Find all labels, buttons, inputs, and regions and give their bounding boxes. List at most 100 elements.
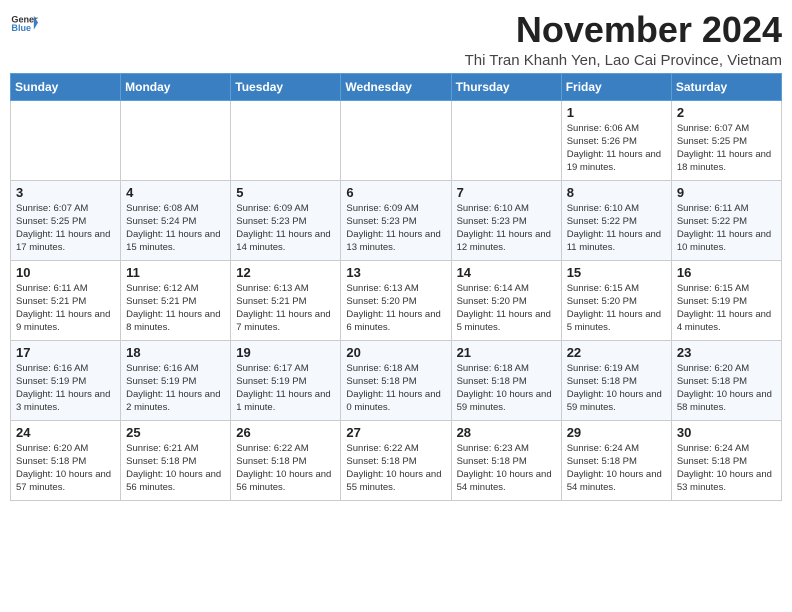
calendar-day-cell: 20 Sunrise: 6:18 AMSunset: 5:18 PMDayligh… (341, 340, 451, 420)
day-number: 30 (677, 425, 776, 440)
calendar-day-cell: 4 Sunrise: 6:08 AMSunset: 5:24 PMDaylight… (121, 180, 231, 260)
day-info: Sunrise: 6:08 AMSunset: 5:24 PMDaylight:… (126, 202, 225, 255)
weekday-header-cell: Saturday (671, 73, 781, 100)
calendar-day-cell: 19 Sunrise: 6:17 AMSunset: 5:19 PMDayligh… (231, 340, 341, 420)
day-info: Sunrise: 6:07 AMSunset: 5:25 PMDaylight:… (16, 202, 115, 255)
logo-icon: General Blue (10, 10, 38, 38)
calendar-day-cell: 28Sunrise: 6:23 AMSunset: 5:18 PMDayligh… (451, 420, 561, 500)
calendar-day-cell: 18Sunrise: 6:16 AMSunset: 5:19 PMDayligh… (121, 340, 231, 420)
day-number: 19 (236, 345, 335, 360)
weekday-header-cell: Thursday (451, 73, 561, 100)
day-info: Sunrise: 6:18 AMSunset: 5:18 PMDaylight:… (346, 362, 445, 415)
calendar-week-row: 3 Sunrise: 6:07 AMSunset: 5:25 PMDaylight… (11, 180, 782, 260)
day-number: 24 (16, 425, 115, 440)
calendar-day-cell: 8 Sunrise: 6:10 AMSunset: 5:22 PMDaylight… (561, 180, 671, 260)
day-number: 8 (567, 185, 666, 200)
day-number: 14 (457, 265, 556, 280)
day-number: 17 (16, 345, 115, 360)
day-info: Sunrise: 6:15 AMSunset: 5:20 PMDaylight:… (567, 282, 666, 335)
day-number: 10 (16, 265, 115, 280)
day-number: 3 (16, 185, 115, 200)
calendar-day-cell (451, 100, 561, 180)
day-number: 9 (677, 185, 776, 200)
day-number: 6 (346, 185, 445, 200)
day-number: 27 (346, 425, 445, 440)
day-info: Sunrise: 6:22 AMSunset: 5:18 PMDaylight:… (346, 442, 445, 495)
calendar-day-cell: 7 Sunrise: 6:10 AMSunset: 5:23 PMDaylight… (451, 180, 561, 260)
day-info: Sunrise: 6:22 AMSunset: 5:18 PMDaylight:… (236, 442, 335, 495)
weekday-header-cell: Wednesday (341, 73, 451, 100)
calendar-day-cell: 13Sunrise: 6:13 AMSunset: 5:20 PMDayligh… (341, 260, 451, 340)
day-number: 20 (346, 345, 445, 360)
day-info: Sunrise: 6:20 AMSunset: 5:18 PMDaylight:… (677, 362, 776, 415)
logo: General Blue (10, 10, 38, 38)
day-info: Sunrise: 6:24 AMSunset: 5:18 PMDaylight:… (677, 442, 776, 495)
page-header: General Blue November 2024 Thi Tran Khan… (10, 10, 782, 69)
day-number: 7 (457, 185, 556, 200)
day-number: 4 (126, 185, 225, 200)
calendar-day-cell: 1 Sunrise: 6:06 AMSunset: 5:26 PMDaylight… (561, 100, 671, 180)
day-number: 25 (126, 425, 225, 440)
day-info: Sunrise: 6:10 AMSunset: 5:23 PMDaylight:… (457, 202, 556, 255)
day-number: 16 (677, 265, 776, 280)
calendar-day-cell (121, 100, 231, 180)
day-info: Sunrise: 6:15 AMSunset: 5:19 PMDaylight:… (677, 282, 776, 335)
day-info: Sunrise: 6:17 AMSunset: 5:19 PMDaylight:… (236, 362, 335, 415)
day-info: Sunrise: 6:16 AMSunset: 5:19 PMDaylight:… (126, 362, 225, 415)
day-info: Sunrise: 6:18 AMSunset: 5:18 PMDaylight:… (457, 362, 556, 415)
calendar-day-cell: 2Sunrise: 6:07 AMSunset: 5:25 PMDaylight… (671, 100, 781, 180)
calendar-week-row: 24 Sunrise: 6:20 AMSunset: 5:18 PMDayligh… (11, 420, 782, 500)
day-number: 13 (346, 265, 445, 280)
calendar-day-cell: 5 Sunrise: 6:09 AMSunset: 5:23 PMDaylight… (231, 180, 341, 260)
calendar-day-cell (231, 100, 341, 180)
calendar-day-cell: 29Sunrise: 6:24 AMSunset: 5:18 PMDayligh… (561, 420, 671, 500)
calendar-day-cell: 21 Sunrise: 6:18 AMSunset: 5:18 PMDayligh… (451, 340, 561, 420)
weekday-header-cell: Monday (121, 73, 231, 100)
day-info: Sunrise: 6:13 AMSunset: 5:21 PMDaylight:… (236, 282, 335, 335)
day-info: Sunrise: 6:20 AMSunset: 5:18 PMDaylight:… (16, 442, 115, 495)
day-number: 26 (236, 425, 335, 440)
calendar-day-cell: 12 Sunrise: 6:13 AMSunset: 5:21 PMDayligh… (231, 260, 341, 340)
calendar-day-cell: 10 Sunrise: 6:11 AMSunset: 5:21 PMDayligh… (11, 260, 121, 340)
day-number: 15 (567, 265, 666, 280)
calendar-day-cell: 11Sunrise: 6:12 AMSunset: 5:21 PMDayligh… (121, 260, 231, 340)
day-info: Sunrise: 6:11 AMSunset: 5:21 PMDaylight:… (16, 282, 115, 335)
day-info: Sunrise: 6:14 AMSunset: 5:20 PMDaylight:… (457, 282, 556, 335)
calendar-day-cell: 23 Sunrise: 6:20 AMSunset: 5:18 PMDayligh… (671, 340, 781, 420)
location-subtitle: Thi Tran Khanh Yen, Lao Cai Province, Vi… (465, 52, 782, 69)
weekday-header-cell: Tuesday (231, 73, 341, 100)
weekday-header-cell: Sunday (11, 73, 121, 100)
day-number: 12 (236, 265, 335, 280)
day-number: 1 (567, 105, 666, 120)
day-number: 22 (567, 345, 666, 360)
day-info: Sunrise: 6:10 AMSunset: 5:22 PMDaylight:… (567, 202, 666, 255)
day-info: Sunrise: 6:21 AMSunset: 5:18 PMDaylight:… (126, 442, 225, 495)
day-info: Sunrise: 6:19 AMSunset: 5:18 PMDaylight:… (567, 362, 666, 415)
calendar-day-cell (341, 100, 451, 180)
day-number: 21 (457, 345, 556, 360)
day-info: Sunrise: 6:11 AMSunset: 5:22 PMDaylight:… (677, 202, 776, 255)
day-number: 23 (677, 345, 776, 360)
calendar-week-row: 10 Sunrise: 6:11 AMSunset: 5:21 PMDayligh… (11, 260, 782, 340)
day-number: 5 (236, 185, 335, 200)
calendar-day-cell (11, 100, 121, 180)
day-info: Sunrise: 6:09 AMSunset: 5:23 PMDaylight:… (346, 202, 445, 255)
day-info: Sunrise: 6:09 AMSunset: 5:23 PMDaylight:… (236, 202, 335, 255)
day-number: 11 (126, 265, 225, 280)
calendar-day-cell: 17Sunrise: 6:16 AMSunset: 5:19 PMDayligh… (11, 340, 121, 420)
calendar-table: SundayMondayTuesdayWednesdayThursdayFrid… (10, 73, 782, 501)
calendar-day-cell: 26 Sunrise: 6:22 AMSunset: 5:18 PMDayligh… (231, 420, 341, 500)
calendar-day-cell: 15 Sunrise: 6:15 AMSunset: 5:20 PMDayligh… (561, 260, 671, 340)
day-info: Sunrise: 6:07 AMSunset: 5:25 PMDaylight:… (677, 122, 776, 175)
svg-text:Blue: Blue (11, 23, 31, 33)
calendar-body: 1 Sunrise: 6:06 AMSunset: 5:26 PMDaylight… (11, 100, 782, 500)
calendar-day-cell: 27 Sunrise: 6:22 AMSunset: 5:18 PMDayligh… (341, 420, 451, 500)
day-info: Sunrise: 6:06 AMSunset: 5:26 PMDaylight:… (567, 122, 666, 175)
calendar-day-cell: 3 Sunrise: 6:07 AMSunset: 5:25 PMDaylight… (11, 180, 121, 260)
day-info: Sunrise: 6:23 AMSunset: 5:18 PMDaylight:… (457, 442, 556, 495)
calendar-day-cell: 16 Sunrise: 6:15 AMSunset: 5:19 PMDayligh… (671, 260, 781, 340)
title-block: November 2024 Thi Tran Khanh Yen, Lao Ca… (465, 10, 782, 69)
weekday-header-cell: Friday (561, 73, 671, 100)
calendar-week-row: 17 Sunrise: 6:16 AMSunset: 5:19 PMDayligh… (11, 340, 782, 420)
calendar-day-cell: 14 Sunrise: 6:14 AMSunset: 5:20 PMDayligh… (451, 260, 561, 340)
